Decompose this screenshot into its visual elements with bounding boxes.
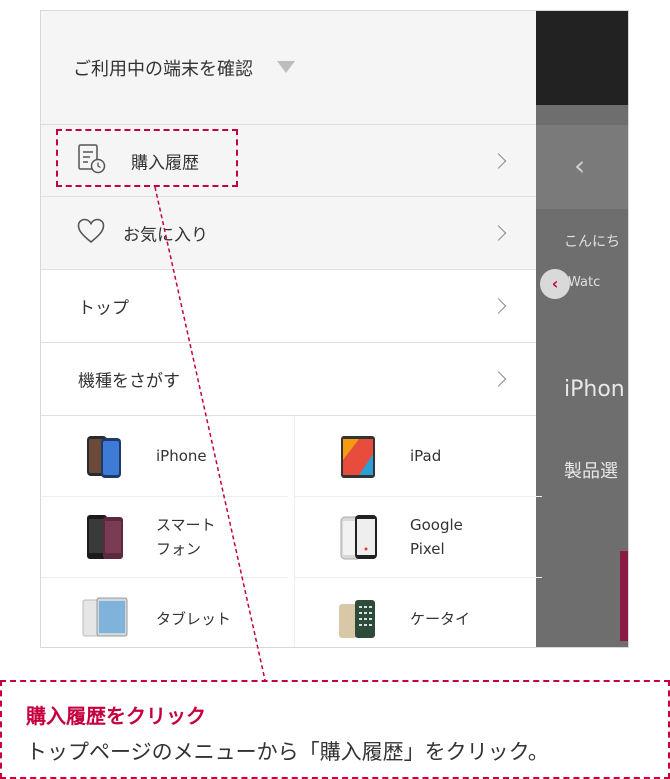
background-heading: iPhon xyxy=(564,377,625,402)
tablet-icon xyxy=(81,592,129,644)
ipad-icon xyxy=(335,430,383,482)
device-label: タブレット xyxy=(156,609,232,628)
chevron-right-icon xyxy=(490,225,507,241)
side-menu: ご利用中の端末を確認 購入履歴 お気に入り トップ 機種をさがす iPhone … xyxy=(41,11,542,647)
background-section: 製品選 xyxy=(564,461,618,482)
menu-item-label: お気に入り xyxy=(123,225,208,246)
google-pixel-icon xyxy=(335,511,383,563)
iphone-icon xyxy=(81,430,129,482)
menu-item-label: トップ xyxy=(78,298,129,319)
device-google-pixel[interactable]: Google Pixel xyxy=(295,497,542,578)
device-label: iPad xyxy=(410,447,442,465)
device-ipad[interactable]: iPad xyxy=(295,416,542,497)
device-iphone[interactable]: iPhone xyxy=(41,416,288,497)
back-chevron-icon: ‹ xyxy=(574,149,586,182)
feature-phone-icon xyxy=(335,592,383,644)
carousel-prev-button: ‹ xyxy=(540,269,570,299)
device-feature-phone[interactable]: ケータイ xyxy=(295,578,542,647)
device-check-label: ご利用中の端末を確認 xyxy=(73,59,253,80)
device-label: iPhone xyxy=(156,447,207,465)
dropdown-triangle-icon xyxy=(277,61,295,73)
device-label: スマート フォン xyxy=(156,516,216,558)
callout-body: トップページのメニューから「購入履歴」をクリック。 xyxy=(26,740,549,764)
device-smartphone[interactable]: スマート フォン xyxy=(41,497,288,578)
device-label: ケータイ xyxy=(410,609,471,628)
device-check-dropdown[interactable]: ご利用中の端末を確認 xyxy=(41,11,536,125)
chevron-right-icon xyxy=(490,152,507,169)
heart-icon xyxy=(77,218,105,248)
menu-item-favorites[interactable]: お気に入り xyxy=(41,197,536,270)
chevron-right-icon xyxy=(490,298,507,314)
highlight-box xyxy=(56,129,238,187)
callout-title: 購入履歴をクリック xyxy=(26,704,206,728)
chevron-right-icon xyxy=(490,371,507,387)
background-image xyxy=(620,551,628,641)
menu-item-label: 機種をさがす xyxy=(78,371,180,392)
menu-item-find-device[interactable]: 機種をさがす xyxy=(41,343,536,416)
instruction-callout: 購入履歴をクリック トップページのメニューから「購入履歴」をクリック。 xyxy=(0,680,670,779)
background-header xyxy=(536,11,628,105)
device-label: Google Pixel xyxy=(410,516,463,558)
background-page: ‹ こんにち ple Watc ‹ iPhon 製品選 xyxy=(536,11,628,647)
menu-item-top[interactable]: トップ xyxy=(41,270,536,343)
phone-screen: ‹ こんにち ple Watc ‹ iPhon 製品選 ご利用中の端末を確認 購… xyxy=(40,10,629,648)
smartphone-icon xyxy=(81,511,129,563)
device-category-grid: iPhone iPad スマート フォン Google Pixel タブレット … xyxy=(41,416,542,647)
device-tablet[interactable]: タブレット xyxy=(41,578,288,647)
background-greeting: こんにち xyxy=(564,234,620,250)
